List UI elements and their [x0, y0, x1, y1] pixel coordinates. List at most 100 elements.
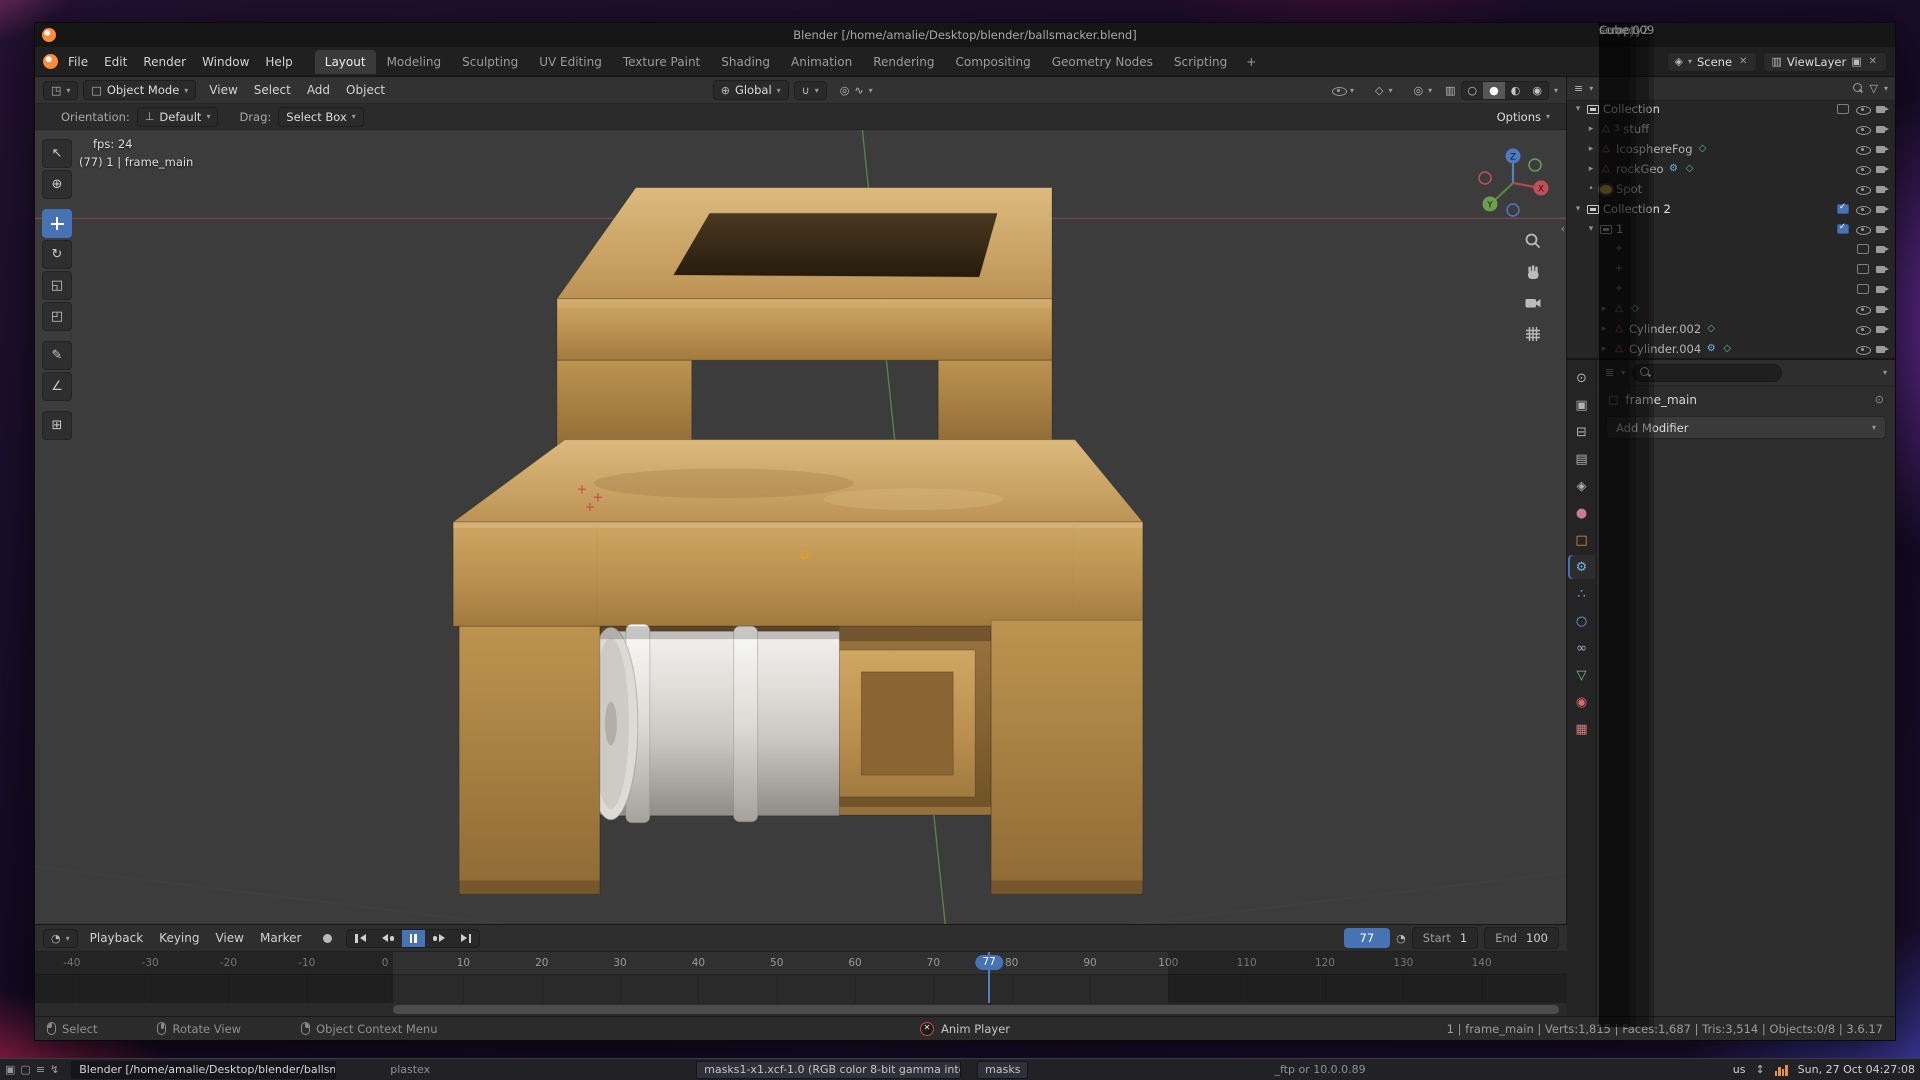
expander-icon[interactable]: ▾ — [1586, 224, 1596, 234]
drag-dropdown[interactable]: Select Box▾ — [278, 107, 364, 127]
grid-toggle-icon[interactable] — [1524, 325, 1542, 343]
taskbar-task[interactable]: masks1-x1.xcf-1.0 (RGB color 8-bit gamma… — [696, 1061, 961, 1079]
shading-options-icon[interactable]: ▾ — [1554, 86, 1558, 95]
checkbox-icon[interactable] — [1857, 284, 1869, 294]
eye-icon[interactable] — [1856, 304, 1869, 315]
new-viewlayer-icon[interactable]: ▣ — [1851, 55, 1861, 68]
checkbox-icon[interactable] — [1857, 244, 1869, 254]
scene-unlink-icon[interactable]: ✕ — [1737, 56, 1749, 67]
checkbox-checked-icon[interactable] — [1837, 224, 1849, 234]
outliner-row[interactable]: ▾1 — [1567, 219, 1895, 239]
menu-render[interactable]: Render — [135, 52, 194, 72]
jump-to-start-button[interactable] — [347, 930, 374, 947]
pin-icon[interactable]: ⊙ — [1875, 393, 1884, 406]
outliner-item-name[interactable]: IcosphereFog — [1616, 142, 1693, 156]
timeline-menu-view[interactable]: View — [207, 928, 251, 948]
menu-edit[interactable]: Edit — [96, 52, 135, 72]
timeline-scrollbar[interactable] — [393, 1005, 1559, 1014]
filter-funnel-icon[interactable]: ▽ — [1870, 82, 1878, 95]
tab-render[interactable]: ▣ — [1568, 393, 1595, 417]
tool-scale[interactable]: ◱ — [42, 271, 72, 300]
outliner-row[interactable]: ▸△rockGeo⚙◇ — [1567, 159, 1895, 179]
outliner-item-name[interactable]: Collection 2 — [1603, 202, 1671, 216]
taskbar-task[interactable]: _ftp or 10.0.0.89 — [1268, 1061, 1371, 1079]
orientation-dropdown[interactable]: ⊥Default▾ — [137, 107, 219, 127]
tool-transform[interactable]: ◰ — [42, 302, 72, 331]
current-frame-field[interactable]: 77 — [1344, 928, 1391, 948]
desktop-pager-icon[interactable]: ▢ — [20, 1063, 30, 1076]
camera-icon[interactable] — [1876, 104, 1889, 115]
expander-icon[interactable]: ▸ — [1599, 304, 1609, 314]
tool-rotate[interactable]: ↻ — [42, 240, 72, 269]
title-bar[interactable]: Blender [/home/amalie/Desktop/blender/ba… — [35, 23, 1895, 47]
tab-particles[interactable]: ∴ — [1568, 582, 1595, 606]
menu-icon[interactable]: ≡ — [36, 1063, 45, 1076]
transform-orientation-dropdown[interactable]: ⊕Global▾ — [713, 80, 789, 100]
camera-view-icon[interactable] — [1524, 294, 1542, 312]
camera-icon[interactable] — [1876, 224, 1889, 235]
workspace-tab-texture-paint[interactable]: Texture Paint — [613, 50, 710, 74]
network-icon[interactable]: ↕ — [1755, 1063, 1764, 1076]
timeline-ruler[interactable]: -40-30-20-100102030405060708090100110120… — [35, 952, 1567, 975]
launcher-icon[interactable]: ↯ — [50, 1063, 59, 1076]
expander-icon[interactable]: ▾ — [1573, 104, 1583, 114]
tool-cursor[interactable]: ⊕ — [42, 170, 72, 199]
outliner-row[interactable]: +empty — [1567, 239, 1895, 259]
outliner-row[interactable]: ▾Collection — [1567, 99, 1895, 119]
gizmos-dropdown[interactable]: ◇▾ — [1367, 81, 1400, 100]
timeline-body[interactable]: -40-30-20-100102030405060708090100110120… — [35, 952, 1567, 1016]
tab-modifiers[interactable]: ⚙ — [1568, 555, 1595, 579]
navigation-gizmo[interactable]: Z X Y — [1474, 144, 1552, 222]
overlays-dropdown[interactable]: ◎▾ — [1406, 81, 1441, 100]
shading-material-button[interactable]: ◐ — [1505, 82, 1527, 99]
outliner-row[interactable]: +scrap — [1567, 279, 1895, 299]
viewport-menu-object[interactable]: Object — [338, 80, 393, 100]
eye-icon[interactable] — [1856, 144, 1869, 155]
properties-search[interactable] — [1632, 364, 1782, 382]
playback-sync-icon[interactable]: ◔ — [1396, 932, 1406, 945]
menu-help[interactable]: Help — [257, 52, 300, 72]
camera-icon[interactable] — [1876, 124, 1889, 135]
eye-icon[interactable] — [1856, 184, 1869, 195]
eye-icon[interactable] — [1856, 164, 1869, 175]
taskbar-task[interactable]: masks — [977, 1061, 1028, 1079]
menu-window[interactable]: Window — [194, 52, 257, 72]
camera-icon[interactable] — [1876, 284, 1889, 295]
next-keyframe-button[interactable] — [425, 930, 453, 947]
outliner-item-name[interactable]: Spot — [1616, 182, 1642, 196]
eye-icon[interactable] — [1856, 124, 1869, 135]
shading-solid-button[interactable]: ● — [1483, 82, 1505, 99]
eye-icon[interactable] — [1856, 104, 1869, 115]
tab-physics[interactable]: ○ — [1568, 609, 1595, 633]
editor-type-dropdown[interactable]: ◳▾ — [43, 81, 78, 100]
outliner-item-name[interactable]: Cylinder.004 — [1629, 342, 1701, 356]
options-dropdown[interactable]: Options▾ — [1489, 107, 1558, 127]
workspace-tab-rendering[interactable]: Rendering — [863, 50, 944, 74]
viewport-menu-view[interactable]: View — [201, 80, 245, 100]
clock[interactable]: Sun, 27 Oct 04:27:08 — [1798, 1063, 1915, 1076]
3d-viewport-canvas[interactable]: ↖⊕↻◱◰✎∠⊞ fps: 24 (77) 1 | frame_main Z X… — [35, 130, 1566, 924]
camera-icon[interactable] — [1876, 304, 1889, 315]
outliner-row[interactable]: ▸△IcosphereFog◇ — [1567, 139, 1895, 159]
workspace-tab-layout[interactable]: Layout — [315, 50, 376, 74]
workspace-tab-scripting[interactable]: Scripting — [1164, 50, 1237, 74]
viewlayer-selector[interactable]: ▥ ViewLayer ▣ ✕ — [1763, 52, 1887, 72]
end-frame-field[interactable]: End100 — [1484, 927, 1559, 949]
outliner-item-name[interactable]: 1 — [1616, 222, 1623, 236]
camera-icon[interactable] — [1876, 164, 1889, 175]
snap-toggle[interactable]: ∪▾ — [794, 81, 827, 100]
camera-icon[interactable] — [1876, 144, 1889, 155]
viewport-menu-add[interactable]: Add — [299, 80, 338, 100]
sidebar-toggle[interactable]: ‹ — [1561, 222, 1565, 235]
expander-icon[interactable]: ▾ — [1573, 204, 1583, 214]
outliner-editor-icon[interactable]: ≡ — [1574, 82, 1583, 95]
workspace-tab-uv-editing[interactable]: UV Editing — [529, 50, 612, 74]
viewport-menu-select[interactable]: Select — [246, 80, 299, 100]
camera-icon[interactable] — [1876, 244, 1889, 255]
jump-to-end-button[interactable] — [453, 930, 480, 947]
auto-keying-icon[interactable] — [323, 934, 332, 943]
prev-keyframe-button[interactable] — [374, 930, 402, 947]
eye-icon[interactable] — [1856, 224, 1869, 235]
scene-selector[interactable]: ◈ ▾ Scene ✕ — [1667, 52, 1758, 72]
expander-icon[interactable]: ▸ — [1586, 124, 1596, 134]
